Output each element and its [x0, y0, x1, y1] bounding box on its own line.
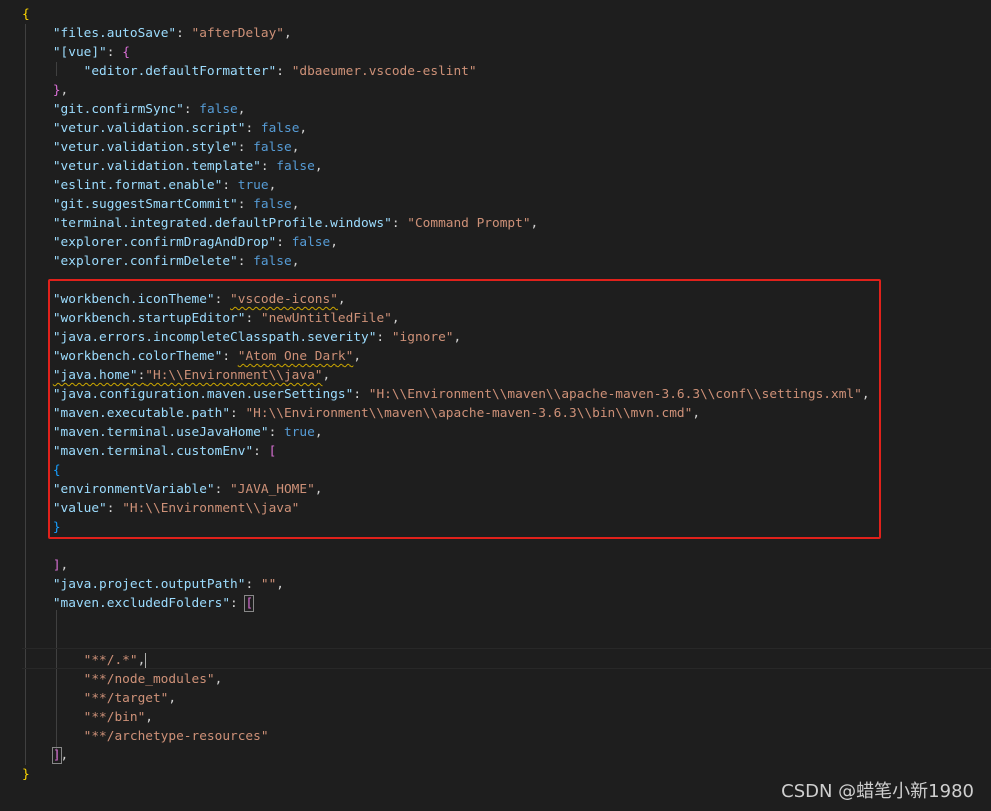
- json-boolean: false: [291, 235, 331, 250]
- json-key: "git.suggestSmartCommit": [52, 197, 238, 212]
- json-key: "vetur.validation.template": [52, 159, 261, 174]
- code-line-35[interactable]: "**/.*",: [22, 651, 147, 670]
- code-line-5[interactable]: },: [22, 81, 68, 100]
- code-line-4[interactable]: "editor.defaultFormatter": "dbaeumer.vsc…: [22, 62, 477, 81]
- json-string: "Command Prompt": [407, 216, 531, 231]
- code-line-1[interactable]: {: [22, 5, 30, 24]
- code-line-10[interactable]: "eslint.format.enable": true,: [22, 176, 276, 195]
- close-bracket: ]: [51, 747, 62, 764]
- json-key: "vetur.validation.script": [52, 121, 246, 136]
- current-line-highlight: [22, 648, 991, 669]
- json-boolean: false: [260, 121, 300, 136]
- code-line-9[interactable]: "vetur.validation.template": false,: [22, 157, 323, 176]
- json-string: "**/archetype-resources": [83, 729, 269, 744]
- code-line-13[interactable]: "explorer.confirmDragAndDrop": false,: [22, 233, 338, 252]
- json-key: "maven.excludedFolders": [52, 596, 231, 611]
- code-line-3[interactable]: "[vue]": {: [22, 43, 130, 62]
- json-key: "vetur.validation.style": [52, 140, 238, 155]
- open-brace: {: [22, 7, 30, 22]
- code-line-39[interactable]: "**/archetype-resources": [22, 727, 269, 746]
- json-string: "**/bin": [83, 710, 146, 725]
- text-cursor: [145, 653, 147, 668]
- close-brace: }: [52, 83, 61, 98]
- code-line-41[interactable]: }: [22, 765, 30, 784]
- json-key: "files.autoSave": [52, 26, 177, 41]
- json-key: "[vue]": [52, 45, 107, 60]
- json-key: "explorer.confirmDragAndDrop": [52, 235, 277, 250]
- json-boolean: true: [237, 178, 269, 193]
- code-editor[interactable]: { "files.autoSave": "afterDelay", "[vue]…: [0, 0, 991, 811]
- code-line-38[interactable]: "**/bin",: [22, 708, 153, 727]
- json-boolean: false: [253, 140, 292, 155]
- code-line-7[interactable]: "vetur.validation.script": false,: [22, 119, 307, 138]
- code-line-32[interactable]: "maven.excludedFolders": [: [22, 594, 255, 613]
- code-line-14[interactable]: "explorer.confirmDelete": false,: [22, 252, 300, 271]
- code-line-40[interactable]: ],: [22, 746, 68, 765]
- code-line-36[interactable]: "**/node_modules",: [22, 670, 223, 689]
- json-string: "dbaeumer.vscode-eslint": [291, 64, 477, 79]
- annotation-highlight-box: [48, 279, 881, 539]
- json-boolean: false: [253, 254, 292, 269]
- code-line-30[interactable]: ],: [22, 556, 68, 575]
- open-bracket: [: [244, 595, 255, 612]
- code-line-11[interactable]: "git.suggestSmartCommit": false,: [22, 195, 300, 214]
- json-key: "terminal.integrated.defaultProfile.wind…: [52, 216, 392, 231]
- json-string: "**/target": [83, 691, 169, 706]
- json-boolean: false: [276, 159, 315, 174]
- code-line-2[interactable]: "files.autoSave": "afterDelay",: [22, 24, 292, 43]
- json-key: "editor.defaultFormatter": [83, 64, 277, 79]
- json-boolean: false: [253, 197, 292, 212]
- code-line-12[interactable]: "terminal.integrated.defaultProfile.wind…: [22, 214, 538, 233]
- watermark: CSDN @蜡笔小新1980: [781, 781, 974, 802]
- close-bracket: ]: [52, 558, 61, 573]
- json-string: "afterDelay": [191, 26, 284, 41]
- json-key: "eslint.format.enable": [52, 178, 223, 193]
- code-line-37[interactable]: "**/target",: [22, 689, 176, 708]
- json-key: "java.project.outputPath": [52, 577, 246, 592]
- json-string: "": [260, 577, 277, 592]
- code-line-6[interactable]: "git.confirmSync": false,: [22, 100, 246, 119]
- json-key: "explorer.confirmDelete": [52, 254, 238, 269]
- json-key: "git.confirmSync": [52, 102, 184, 117]
- close-brace: }: [22, 767, 30, 782]
- code-line-8[interactable]: "vetur.validation.style": false,: [22, 138, 300, 157]
- json-string: "**/.*": [83, 653, 138, 668]
- code-line-31[interactable]: "java.project.outputPath": "",: [22, 575, 284, 594]
- open-brace: {: [122, 45, 130, 60]
- json-string: "**/node_modules": [83, 672, 215, 687]
- json-boolean: false: [199, 102, 238, 117]
